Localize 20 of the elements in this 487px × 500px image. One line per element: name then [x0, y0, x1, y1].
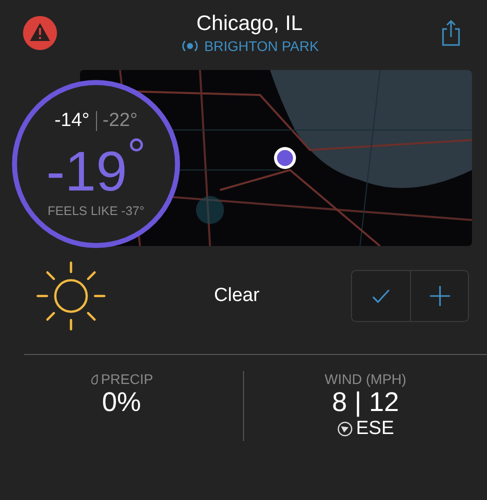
wind-direction: ESE [356, 418, 394, 440]
checkmark-icon [371, 288, 391, 304]
neighborhood-link[interactable]: BRIGHTON PARK [204, 38, 319, 54]
plus-icon [430, 286, 450, 306]
location-signal-icon [180, 40, 200, 52]
feels-like-temperature: FEELS LIKE -37° [48, 204, 144, 218]
stat-value: 8 | 12 [332, 387, 400, 418]
raindrop-icon [90, 374, 99, 384]
stat-label: WIND (MPH) [324, 371, 406, 387]
high-temperature: -14° [54, 110, 90, 132]
sun-icon [34, 259, 108, 333]
compass-icon [336, 421, 353, 437]
share-icon[interactable] [441, 20, 461, 46]
current-temperature: -19$^{°}$ [46, 132, 146, 200]
warning-icon[interactable] [22, 15, 58, 51]
low-temperature: -22° [102, 110, 138, 132]
stat-value: 0% [102, 387, 142, 418]
stat-label: PRECIP [100, 371, 154, 387]
city-title: Chicago, IL [196, 12, 303, 36]
condition-text: Clear [214, 285, 260, 307]
